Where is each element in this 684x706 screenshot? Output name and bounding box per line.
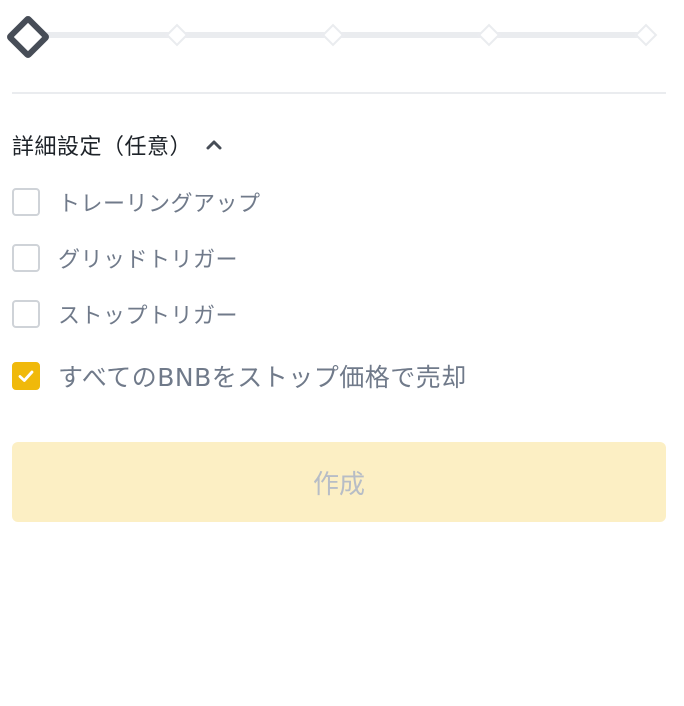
checkbox[interactable] (12, 244, 40, 272)
option-label: すべてのBNBをストップ価格で売却 (58, 363, 467, 392)
checkbox-checked[interactable] (12, 362, 40, 390)
advanced-settings-toggle[interactable]: 詳細設定（任意） (12, 128, 224, 162)
chevron-up-icon[interactable] (204, 135, 224, 155)
option-grid-trigger[interactable]: グリッドトリガー (12, 242, 238, 274)
slider-mark-100[interactable] (634, 23, 658, 47)
slider-mark-50[interactable] (321, 23, 345, 47)
option-trailing-up[interactable]: トレーリングアップ (12, 186, 261, 218)
option-label: グリッドトリガー (58, 248, 239, 273)
checkmark-icon (18, 370, 34, 382)
section-divider (12, 92, 666, 94)
option-stop-trigger[interactable]: ストップトリガー (12, 298, 238, 330)
percentage-slider[interactable] (5, 14, 668, 60)
option-label: トレーリングアップ (58, 192, 261, 217)
slider-mark-75[interactable] (477, 23, 501, 47)
option-label: ストップトリガー (58, 304, 239, 329)
create-button[interactable]: 作成 (12, 442, 666, 522)
checkbox[interactable] (12, 188, 40, 216)
slider-handle[interactable] (5, 14, 51, 60)
option-sell-all-bnb[interactable]: すべてのBNBをストップ価格で売却 (12, 358, 467, 394)
advanced-settings-title: 詳細設定（任意） (12, 135, 193, 160)
slider-mark-25[interactable] (165, 23, 189, 47)
checkbox[interactable] (12, 300, 40, 328)
